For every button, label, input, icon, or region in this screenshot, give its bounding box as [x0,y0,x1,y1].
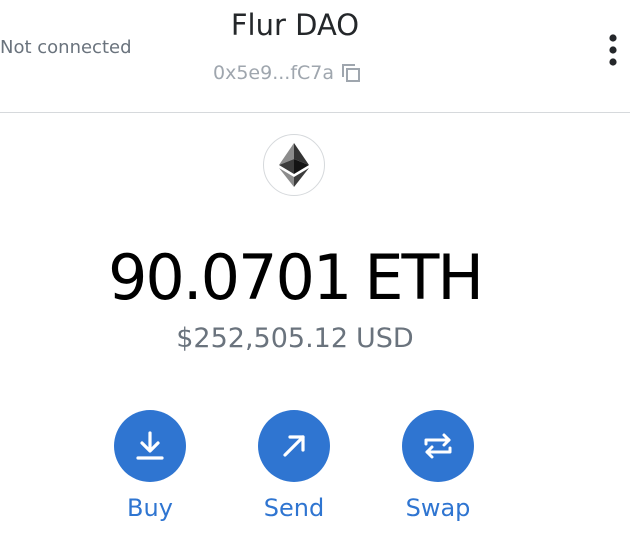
address-copy-button[interactable]: 0x5e9...fC7a [213,62,362,84]
fiat-amount: $252,505.12 [176,323,349,354]
download-icon [136,431,164,460]
buy-button-circle[interactable] [114,410,186,482]
balance-amount: 90.0701 [107,241,352,314]
arrow-up-right-icon [283,435,305,457]
account-header: Not connected Flur DAO 0x5e9...fC7a [0,0,630,113]
account-address: 0x5e9...fC7a [213,62,335,84]
copy-icon [340,62,362,84]
balance-currency: ETH [364,241,484,314]
buy-label[interactable]: Buy [127,494,173,522]
buy-button[interactable]: Buy [114,410,186,522]
wallet-overview: Not connected Flur DAO 0x5e9...fC7a 90.0… [0,0,630,560]
swap-button-circle[interactable] [402,410,474,482]
ethereum-icon [263,134,325,196]
fiat-balance: $252,505.12 USD [0,323,590,354]
kebab-menu-icon[interactable] [600,32,626,68]
swap-label[interactable]: Swap [406,494,471,522]
account-name: Flur DAO [230,8,360,42]
token-balance: 90.0701 ETH [0,240,590,316]
swap-button[interactable]: Swap [402,410,474,522]
fiat-currency: USD [356,323,414,354]
send-button[interactable]: Send [258,410,330,522]
send-button-circle[interactable] [258,410,330,482]
send-label[interactable]: Send [264,494,324,522]
swap-arrows-icon [424,433,452,459]
